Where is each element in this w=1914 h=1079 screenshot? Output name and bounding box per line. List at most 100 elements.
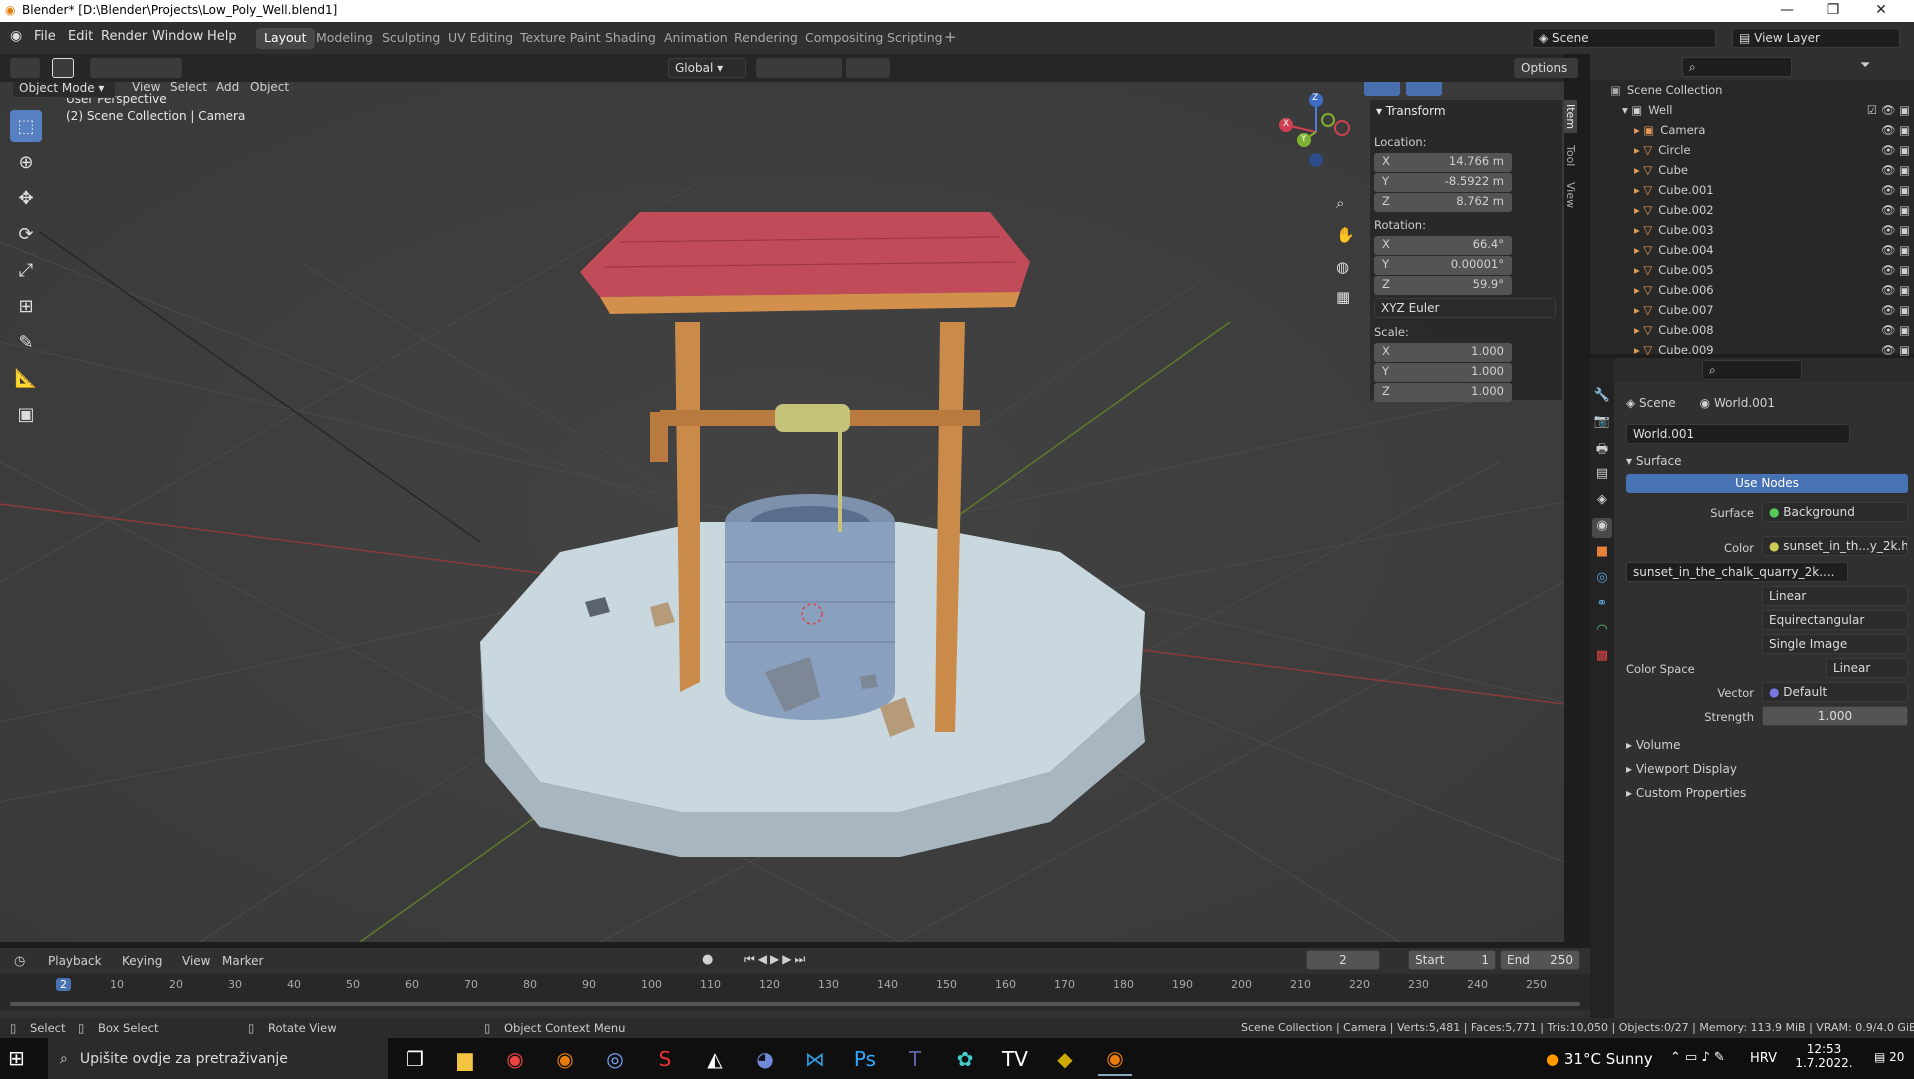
current-frame-field[interactable]: 2 — [1306, 950, 1380, 970]
transform-header[interactable]: ▾ Transform — [1376, 104, 1446, 118]
3d-viewport[interactable]: User Perspective (2) Scene Collection | … — [0, 82, 1564, 942]
outliner-item[interactable]: ▸ ▽ Cube.004 👁 ▣ — [1610, 240, 1910, 260]
timeline-menu-playback[interactable]: Playback — [48, 954, 102, 968]
object-mode-dropdown[interactable]: Object Mode ▾ — [12, 82, 116, 98]
outliner-scene-collection[interactable]: ▣ Scene Collection — [1610, 80, 1910, 100]
world-name-field[interactable]: World.001 — [1626, 424, 1850, 444]
weather-widget[interactable]: ● 31°C Sunny — [1546, 1050, 1653, 1068]
tool-tab-icon[interactable]: 🔧 — [1592, 388, 1612, 408]
clock-icon[interactable]: ◷ — [14, 954, 25, 969]
timeline-scrollbar[interactable] — [10, 1002, 1580, 1006]
measure-icon[interactable]: 📐 — [10, 362, 42, 394]
record-icon[interactable]: ● — [702, 952, 713, 967]
location-z-field[interactable]: Z 8.762 m — [1374, 193, 1512, 212]
add-cube-icon[interactable]: ▣ — [10, 398, 42, 430]
blender-active-taskbar-icon[interactable]: ◉ — [1098, 1042, 1132, 1076]
blender-taskbar-icon[interactable]: ◉ — [548, 1042, 582, 1076]
view-layer-selector[interactable]: ▤ View Layer — [1732, 28, 1900, 48]
end-frame-field[interactable]: End 250 — [1500, 950, 1580, 970]
viewport-menu-object[interactable]: Object — [250, 82, 289, 94]
tab-uv-editing[interactable]: UV Editing — [440, 28, 521, 49]
custom-properties-panel-header[interactable]: ▸ Custom Properties — [1626, 786, 1746, 800]
visibility-eye-icon[interactable]: 👁 ▣ — [1881, 323, 1910, 337]
select-tool-icon[interactable] — [52, 58, 74, 78]
timeline-menu-keying[interactable]: Keying — [122, 954, 162, 968]
davinci-icon[interactable]: ✿ — [948, 1042, 982, 1076]
visibility-eye-icon[interactable]: 👁 ▣ — [1881, 223, 1910, 237]
outliner-item[interactable]: ▸ ▽ Circle 👁 ▣ — [1610, 140, 1910, 160]
tab-sculpting[interactable]: Sculpting — [374, 28, 448, 49]
visibility-eye-icon[interactable]: 👁 ▣ — [1881, 163, 1910, 177]
volume-panel-header[interactable]: ▸ Volume — [1626, 738, 1680, 752]
tab-compositing[interactable]: Compositing — [797, 28, 891, 49]
visibility-eye-icon[interactable]: 👁 ▣ — [1881, 183, 1910, 197]
notification-center-icon[interactable]: ▤ 20 — [1874, 1050, 1904, 1064]
zoom-icon[interactable]: ⌕ — [1336, 194, 1344, 212]
rotation-x-field[interactable]: X 66.4° — [1374, 236, 1512, 255]
outliner-item[interactable]: ▸ ▽ Cube.008 👁 ▣ — [1610, 320, 1910, 340]
viewport-menu-add[interactable]: Add — [216, 82, 239, 94]
rotation-z-field[interactable]: Z 59.9° — [1374, 276, 1512, 295]
use-nodes-button[interactable]: Use Nodes — [1626, 474, 1908, 493]
outliner-item[interactable]: ▸ ▽ Cube.003 👁 ▣ — [1610, 220, 1910, 240]
scale-x-field[interactable]: X 1.000 — [1374, 343, 1512, 362]
epic-games-icon[interactable]: ◭ — [698, 1042, 732, 1076]
strength-field[interactable]: 1.000 — [1762, 706, 1908, 726]
cursor-icon[interactable]: ⊕ — [10, 146, 42, 178]
tab-tool[interactable]: Tool — [1564, 141, 1577, 170]
surface-shader-field[interactable]: ● Background — [1762, 502, 1908, 522]
scene-tab-icon[interactable]: ◈ — [1592, 492, 1612, 512]
image-datablock-field[interactable]: sunset_in_the_chalk_quarry_2k.... — [1626, 562, 1848, 582]
timeline-menu-view[interactable]: View — [182, 954, 210, 968]
tray-icons[interactable]: ⌃ ▭ ♪ ✎ — [1670, 1050, 1725, 1065]
tab-layout[interactable]: Layout — [256, 28, 315, 49]
tab-texture-paint[interactable]: Texture Paint — [512, 28, 609, 49]
visibility-eye-icon[interactable]: 👁 ▣ — [1881, 143, 1910, 157]
tab-view[interactable]: View — [1564, 178, 1577, 212]
input-language[interactable]: HRV — [1750, 1051, 1777, 1066]
teams-icon[interactable]: T — [898, 1042, 932, 1076]
chrome-icon[interactable]: ◉ — [498, 1042, 532, 1076]
data-tab-icon[interactable]: ◠ — [1592, 622, 1612, 642]
timeline-track[interactable]: 2 10 20 30 40 50 60 70 80 90 100 110 120 130 140 150 160… — [0, 974, 1590, 1010]
menu-render[interactable]: Render — [101, 29, 147, 44]
task-view-icon[interactable]: ❐ — [398, 1042, 432, 1076]
visibility-eye-icon[interactable]: 👁 ▣ — [1881, 303, 1910, 317]
visibility-eye-icon[interactable]: 👁 ▣ — [1881, 283, 1910, 297]
outliner-item[interactable]: ▸ ▽ Cube.001 👁 ▣ — [1610, 180, 1910, 200]
playback-controls-icon[interactable]: ⏮◀▶▶⏭ — [744, 952, 808, 967]
location-y-field[interactable]: Y -8.5922 m — [1374, 173, 1512, 192]
outliner-item[interactable]: ▸ ▽ Cube.005 👁 ▣ — [1610, 260, 1910, 280]
render-tab-icon[interactable]: 📷 — [1592, 414, 1612, 434]
shading-mode-buttons[interactable] — [1480, 82, 1560, 96]
outliner-item[interactable]: ▸ ▽ Cube.006 👁 ▣ — [1610, 280, 1910, 300]
color-input-field[interactable]: ● sunset_in_th...y_2k.hdr.001 — [1762, 536, 1908, 556]
vscode-icon[interactable]: ⋈ — [798, 1042, 832, 1076]
menu-help[interactable]: Help — [207, 29, 237, 44]
outliner-item[interactable]: ▸ ▣ Camera 👁 ▣ — [1610, 120, 1910, 140]
color-space-dropdown[interactable]: Linear — [1826, 658, 1908, 678]
location-x-field[interactable]: X 14.766 m — [1374, 153, 1512, 172]
rotation-y-field[interactable]: Y 0.00001° — [1374, 256, 1512, 275]
clock[interactable]: 12:53 1.7.2022. — [1794, 1042, 1854, 1070]
camera-view-icon[interactable]: ◍ — [1336, 258, 1349, 276]
properties-search-input[interactable]: ⌕ — [1702, 360, 1802, 380]
visibility-eye-icon[interactable]: 👁 ▣ — [1881, 123, 1910, 137]
maximize-button[interactable]: ❐ — [1810, 0, 1856, 22]
app-icon[interactable]: ◎ — [598, 1042, 632, 1076]
constraints-tab-icon[interactable]: ⚭ — [1592, 596, 1612, 616]
pan-hand-icon[interactable]: ✋ — [1336, 226, 1355, 244]
tab-modeling[interactable]: Modeling — [308, 28, 381, 49]
transform-orientation-dropdown[interactable]: Global ▾ — [668, 58, 746, 78]
tab-item[interactable]: Item — [1564, 100, 1577, 134]
timeline-menu-marker[interactable]: Marker — [222, 954, 263, 968]
taskbar-search-input[interactable]: ⌕ Upišite ovdje za pretraživanje — [48, 1038, 388, 1079]
visibility-eye-icon[interactable]: 👁 ▣ — [1881, 203, 1910, 217]
snap-icon[interactable] — [792, 58, 842, 78]
outliner-item[interactable]: ▸ ▽ Cube.007 👁 ▣ — [1610, 300, 1910, 320]
tab-rendering[interactable]: Rendering — [726, 28, 806, 49]
physics-tab-icon[interactable]: ◎ — [1592, 570, 1612, 590]
overlays-toggle-icon[interactable] — [1406, 82, 1442, 96]
viewport-menu-select[interactable]: Select — [170, 82, 207, 94]
app-s-icon[interactable]: S — [648, 1042, 682, 1076]
